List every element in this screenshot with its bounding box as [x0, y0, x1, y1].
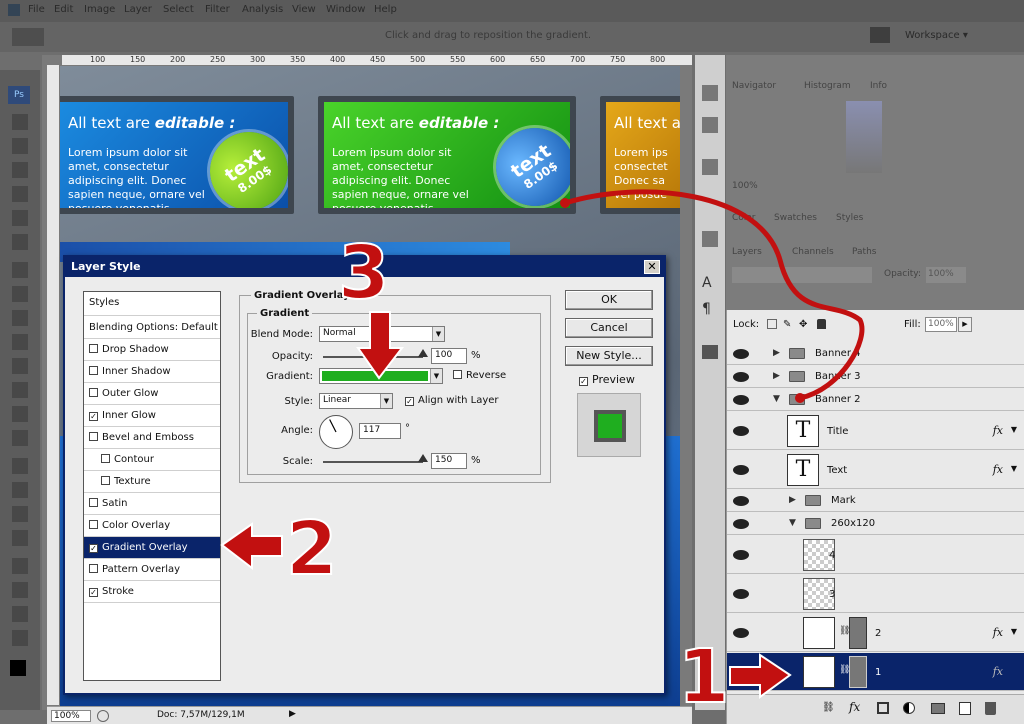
annotation-number-2: 2: [285, 506, 338, 592]
annotation-dot: [795, 393, 805, 403]
arrow-right-icon: [729, 653, 792, 699]
annotation-curve: [564, 189, 865, 401]
annotation-number-3: 3: [337, 230, 390, 316]
arrow-down-icon: [356, 311, 405, 380]
annotation-dot: [560, 198, 570, 208]
annotation-overlay: [220, 189, 865, 699]
arrow-left-icon: [220, 522, 283, 571]
annotation-number-1: 1: [677, 634, 730, 720]
